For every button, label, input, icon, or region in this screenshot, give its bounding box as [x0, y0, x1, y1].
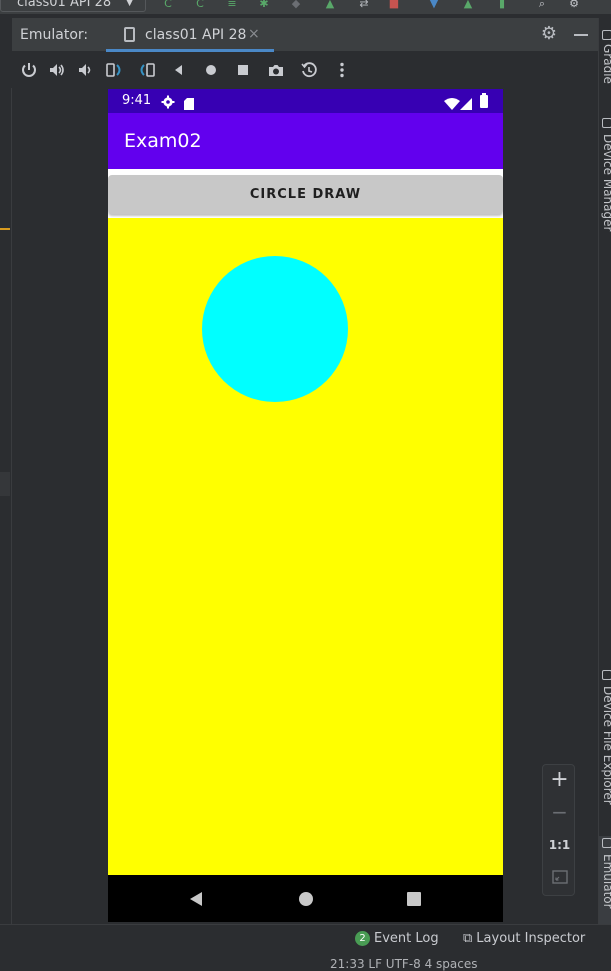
- sync-icon[interactable]: ⇄: [356, 0, 372, 11]
- app-bar: Exam02: [108, 113, 503, 169]
- device-manager-icon: [602, 118, 611, 128]
- right-tool-strip: Gradle Device Manager Device File Explor…: [598, 18, 611, 924]
- emulator-tool-window-header: Emulator: class01 API 28 × ⚙: [12, 18, 598, 52]
- emulator-label: Emulator:: [20, 27, 89, 43]
- ide-top-toolbar: class01 API 28 ▼ C C ≡ ✱ ◆ ▲ ⇄ ■ ▼ ▲ ▮ ⌕…: [0, 0, 611, 14]
- tab-emulator-device[interactable]: class01 API 28 ×: [106, 18, 274, 52]
- app-title: Exam02: [124, 130, 202, 152]
- emulator-controls-bar: [12, 52, 598, 88]
- rotate-right-icon[interactable]: [138, 61, 156, 79]
- rotate-left-icon[interactable]: [105, 61, 123, 79]
- zoom-controls: + − 1:1: [542, 764, 575, 896]
- drawing-canvas[interactable]: [108, 218, 503, 875]
- elephant-icon: [602, 30, 611, 40]
- settings-gear-icon: [161, 94, 175, 109]
- nav-back-icon[interactable]: [188, 891, 204, 907]
- profile-icon[interactable]: ▲: [322, 0, 338, 11]
- more-icon[interactable]: [333, 61, 351, 79]
- minimize-icon[interactable]: [574, 34, 588, 36]
- battery-icon: [480, 93, 488, 108]
- circle-draw-button[interactable]: CIRCLE DRAW: [108, 175, 503, 214]
- layout-inspector-icon: ⧉: [463, 931, 473, 946]
- editor-info: 21:33 LF UTF-8 4 spaces: [330, 957, 478, 971]
- wifi-icon: [444, 95, 460, 110]
- event-log-label: Event Log: [374, 931, 439, 946]
- device-icon[interactable]: ▮: [494, 0, 510, 11]
- side-tab-device-file-explorer[interactable]: Device File Explorer: [599, 670, 611, 830]
- gutter-marker: [0, 228, 10, 230]
- sdk-manager-icon[interactable]: ▼: [426, 0, 442, 11]
- side-tab-gradle[interactable]: Gradle: [599, 18, 611, 98]
- gear-icon[interactable]: ⚙: [539, 24, 559, 44]
- ide-status-bar: 2 Event Log ⧉ Layout Inspector 21:33 LF UT…: [0, 924, 611, 971]
- home-icon[interactable]: [202, 61, 220, 79]
- zoom-out-button[interactable]: −: [543, 801, 576, 823]
- volume-up-icon[interactable]: [48, 61, 66, 79]
- file-explorer-icon: [602, 670, 611, 680]
- power-icon[interactable]: [20, 61, 38, 79]
- emulator-screen[interactable]: 9:41 Exam02 CIRCLE DRAW: [108, 89, 503, 922]
- layout-inspector-label: Layout Inspector: [476, 931, 586, 946]
- side-tab-emulator[interactable]: Emulator: [599, 836, 611, 924]
- volume-down-icon[interactable]: [76, 61, 94, 79]
- drawn-circle: [202, 256, 348, 402]
- left-gutter: [0, 88, 12, 924]
- signal-icon: [460, 95, 472, 110]
- layout-inspector-button[interactable]: ⧉ Layout Inspector: [463, 931, 585, 949]
- run-icon[interactable]: ≡: [224, 0, 240, 11]
- zoom-fit-icon[interactable]: [543, 869, 576, 885]
- android-status-bar: 9:41: [108, 89, 503, 113]
- nav-recents-icon[interactable]: [406, 891, 422, 907]
- status-time: 9:41: [122, 93, 152, 108]
- zoom-actual-size-button[interactable]: 1:1: [543, 837, 576, 853]
- nav-home-icon[interactable]: [298, 891, 314, 907]
- stop-icon[interactable]: ■: [386, 0, 402, 11]
- device-selector-label: class01 API 28: [17, 0, 112, 10]
- android-nav-bar: [108, 875, 503, 922]
- snapshot-icon[interactable]: [300, 61, 318, 79]
- event-log-button[interactable]: 2 Event Log: [355, 931, 439, 949]
- side-tab-device-manager[interactable]: Device Manager: [599, 118, 611, 258]
- settings-icon[interactable]: ⚙: [566, 0, 582, 11]
- apply-changes-icon[interactable]: C: [160, 0, 176, 11]
- apply-code-changes-icon[interactable]: C: [192, 0, 208, 11]
- overview-icon[interactable]: [234, 61, 252, 79]
- event-count-badge: 2: [355, 931, 370, 946]
- avd-manager-icon[interactable]: ▲: [460, 0, 476, 11]
- tab-title: class01 API 28: [145, 27, 247, 43]
- camera-icon[interactable]: [267, 61, 285, 79]
- chevron-down-icon: ▼: [126, 0, 133, 8]
- debug-icon[interactable]: ✱: [256, 0, 272, 11]
- sd-card-icon: [184, 95, 194, 110]
- attach-debugger-icon[interactable]: ◆: [288, 0, 304, 11]
- close-icon[interactable]: ×: [248, 26, 260, 42]
- search-icon[interactable]: ⌕: [534, 0, 550, 11]
- gutter-selection: [0, 472, 10, 496]
- phone-icon: [124, 27, 135, 42]
- button-container: CIRCLE DRAW: [108, 169, 503, 218]
- back-icon[interactable]: [170, 61, 188, 79]
- emulator-icon: [602, 838, 611, 848]
- zoom-in-button[interactable]: +: [543, 769, 576, 791]
- device-selector[interactable]: class01 API 28 ▼: [0, 0, 146, 12]
